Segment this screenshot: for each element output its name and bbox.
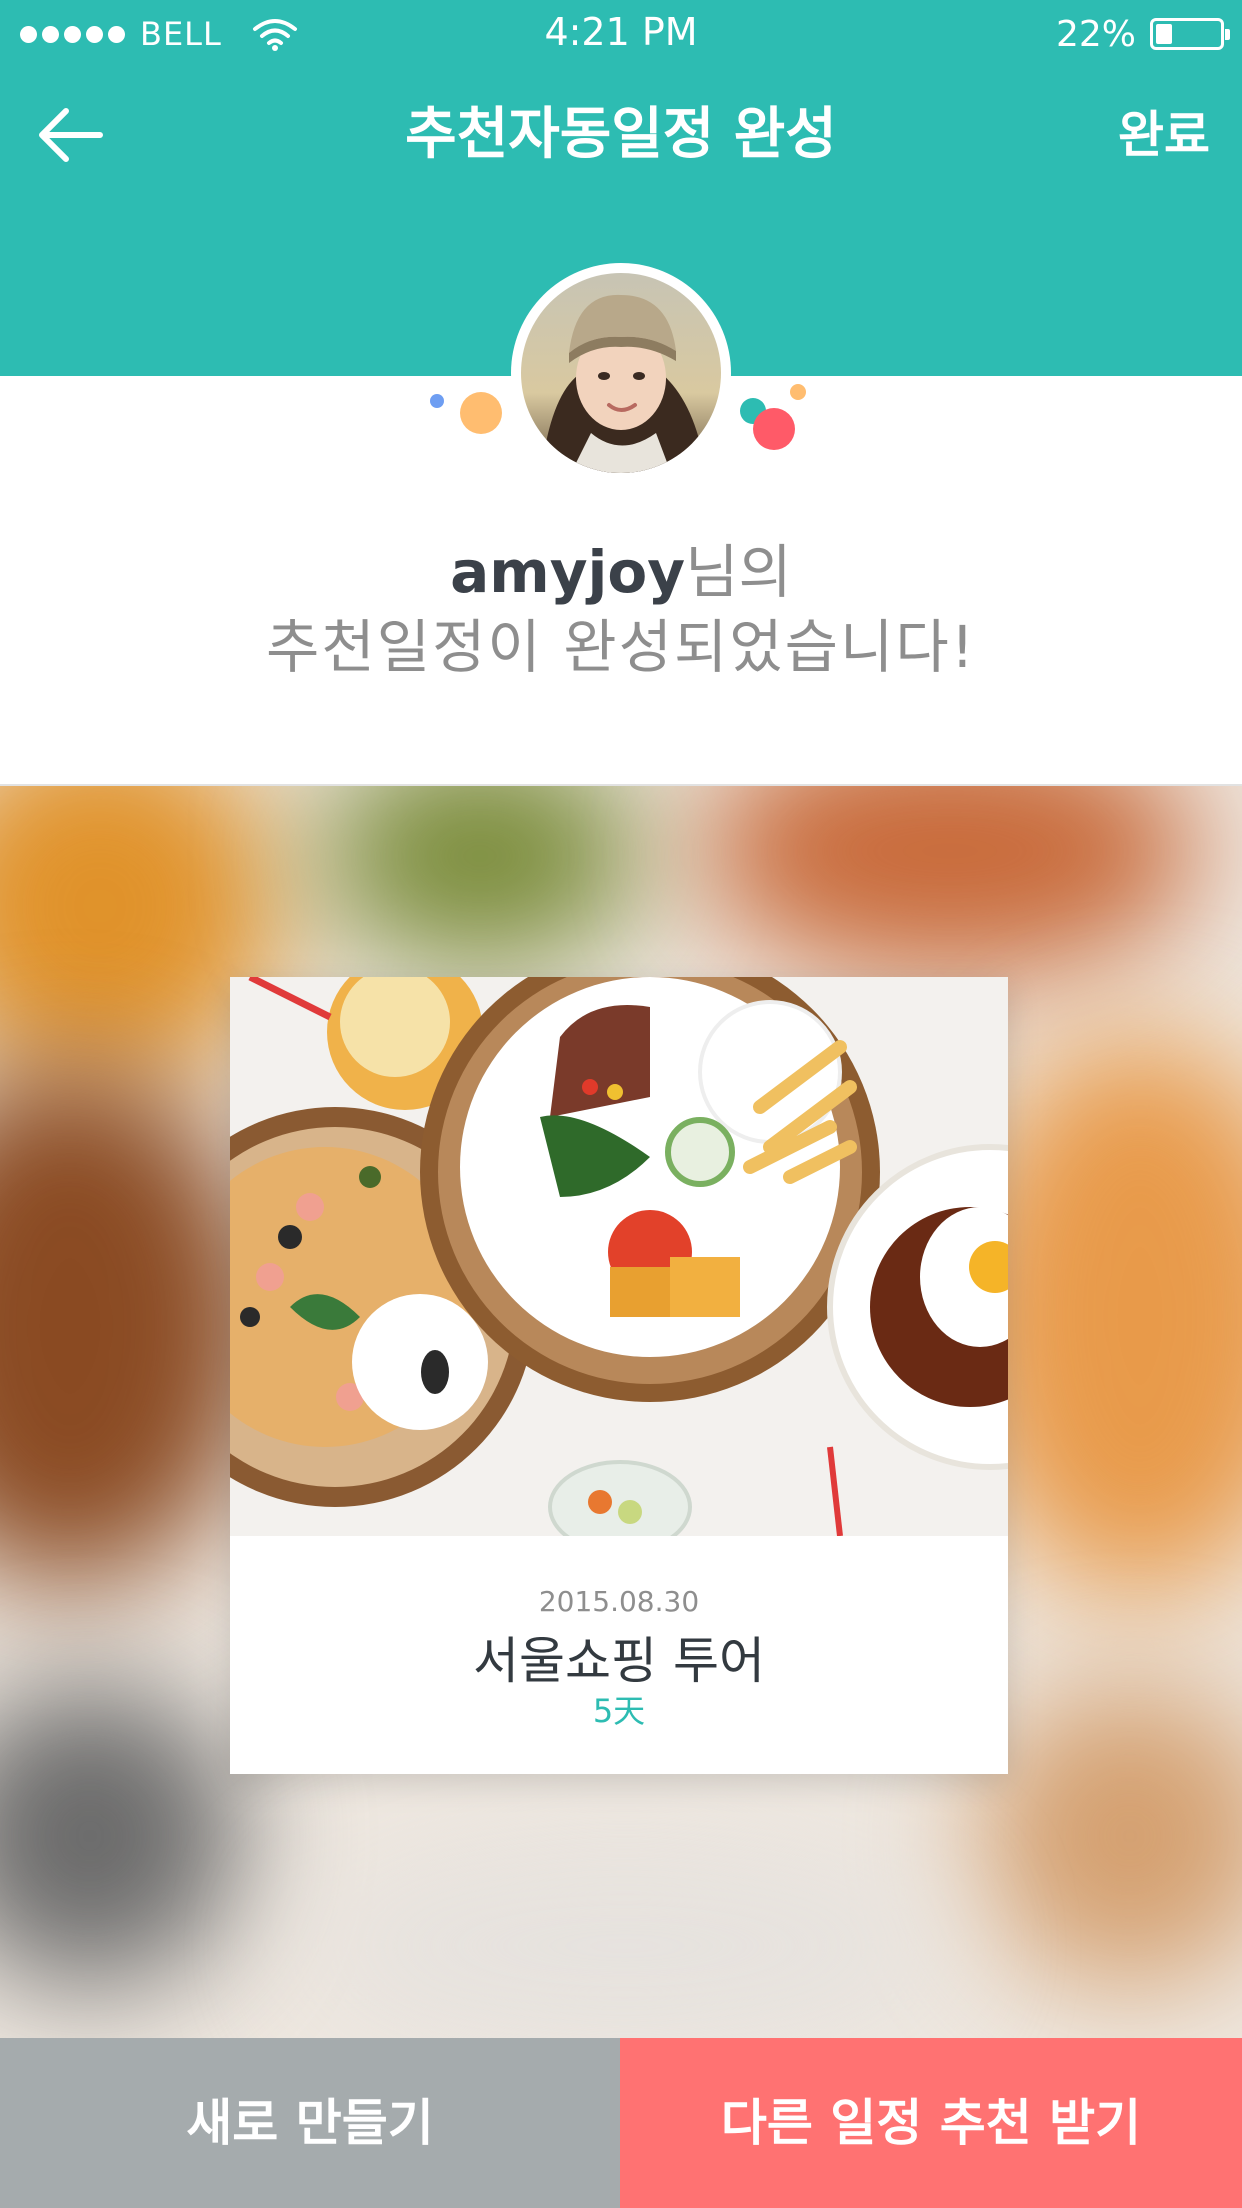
card-title: 서울쇼핑 투어 bbox=[473, 1632, 765, 1690]
greeting-suffix: 님의 bbox=[685, 538, 792, 606]
card-date: 2015.08.30 bbox=[538, 1585, 700, 1618]
greeting-line: amyjoy님의 bbox=[0, 525, 1242, 609]
card-duration: 5天 bbox=[592, 1692, 646, 1730]
decor-dot bbox=[430, 394, 444, 408]
username: amyjoy bbox=[450, 538, 686, 606]
page-title: 추천자동일정 완성 bbox=[405, 102, 837, 167]
done-button[interactable]: 완료 bbox=[1118, 102, 1210, 168]
battery-group: 22% bbox=[1055, 12, 1230, 56]
decor-dot bbox=[790, 384, 806, 400]
decor-dot bbox=[753, 408, 795, 450]
recommend-other-button[interactable]: 다른 일정 추천 받기 bbox=[620, 2038, 1242, 2208]
itinerary-card[interactable]: 2015.08.30 서울쇼핑 투어 5天 bbox=[230, 977, 1008, 1774]
battery-percent: 22% bbox=[1055, 13, 1136, 55]
avatar-frame bbox=[511, 263, 731, 483]
battery-icon bbox=[1150, 18, 1230, 50]
greeting-message: 추천일정이 완성되었습니다! bbox=[265, 613, 976, 681]
decor-dot bbox=[460, 392, 502, 434]
food-photo-icon bbox=[230, 977, 1008, 1536]
card-photo bbox=[230, 977, 1008, 1536]
status-bar: BELL 4:21 PM 22% bbox=[0, 0, 1242, 66]
avatar bbox=[521, 273, 721, 473]
profile-photo-icon bbox=[521, 273, 721, 473]
create-new-button[interactable]: 새로 만들기 bbox=[0, 2038, 620, 2208]
